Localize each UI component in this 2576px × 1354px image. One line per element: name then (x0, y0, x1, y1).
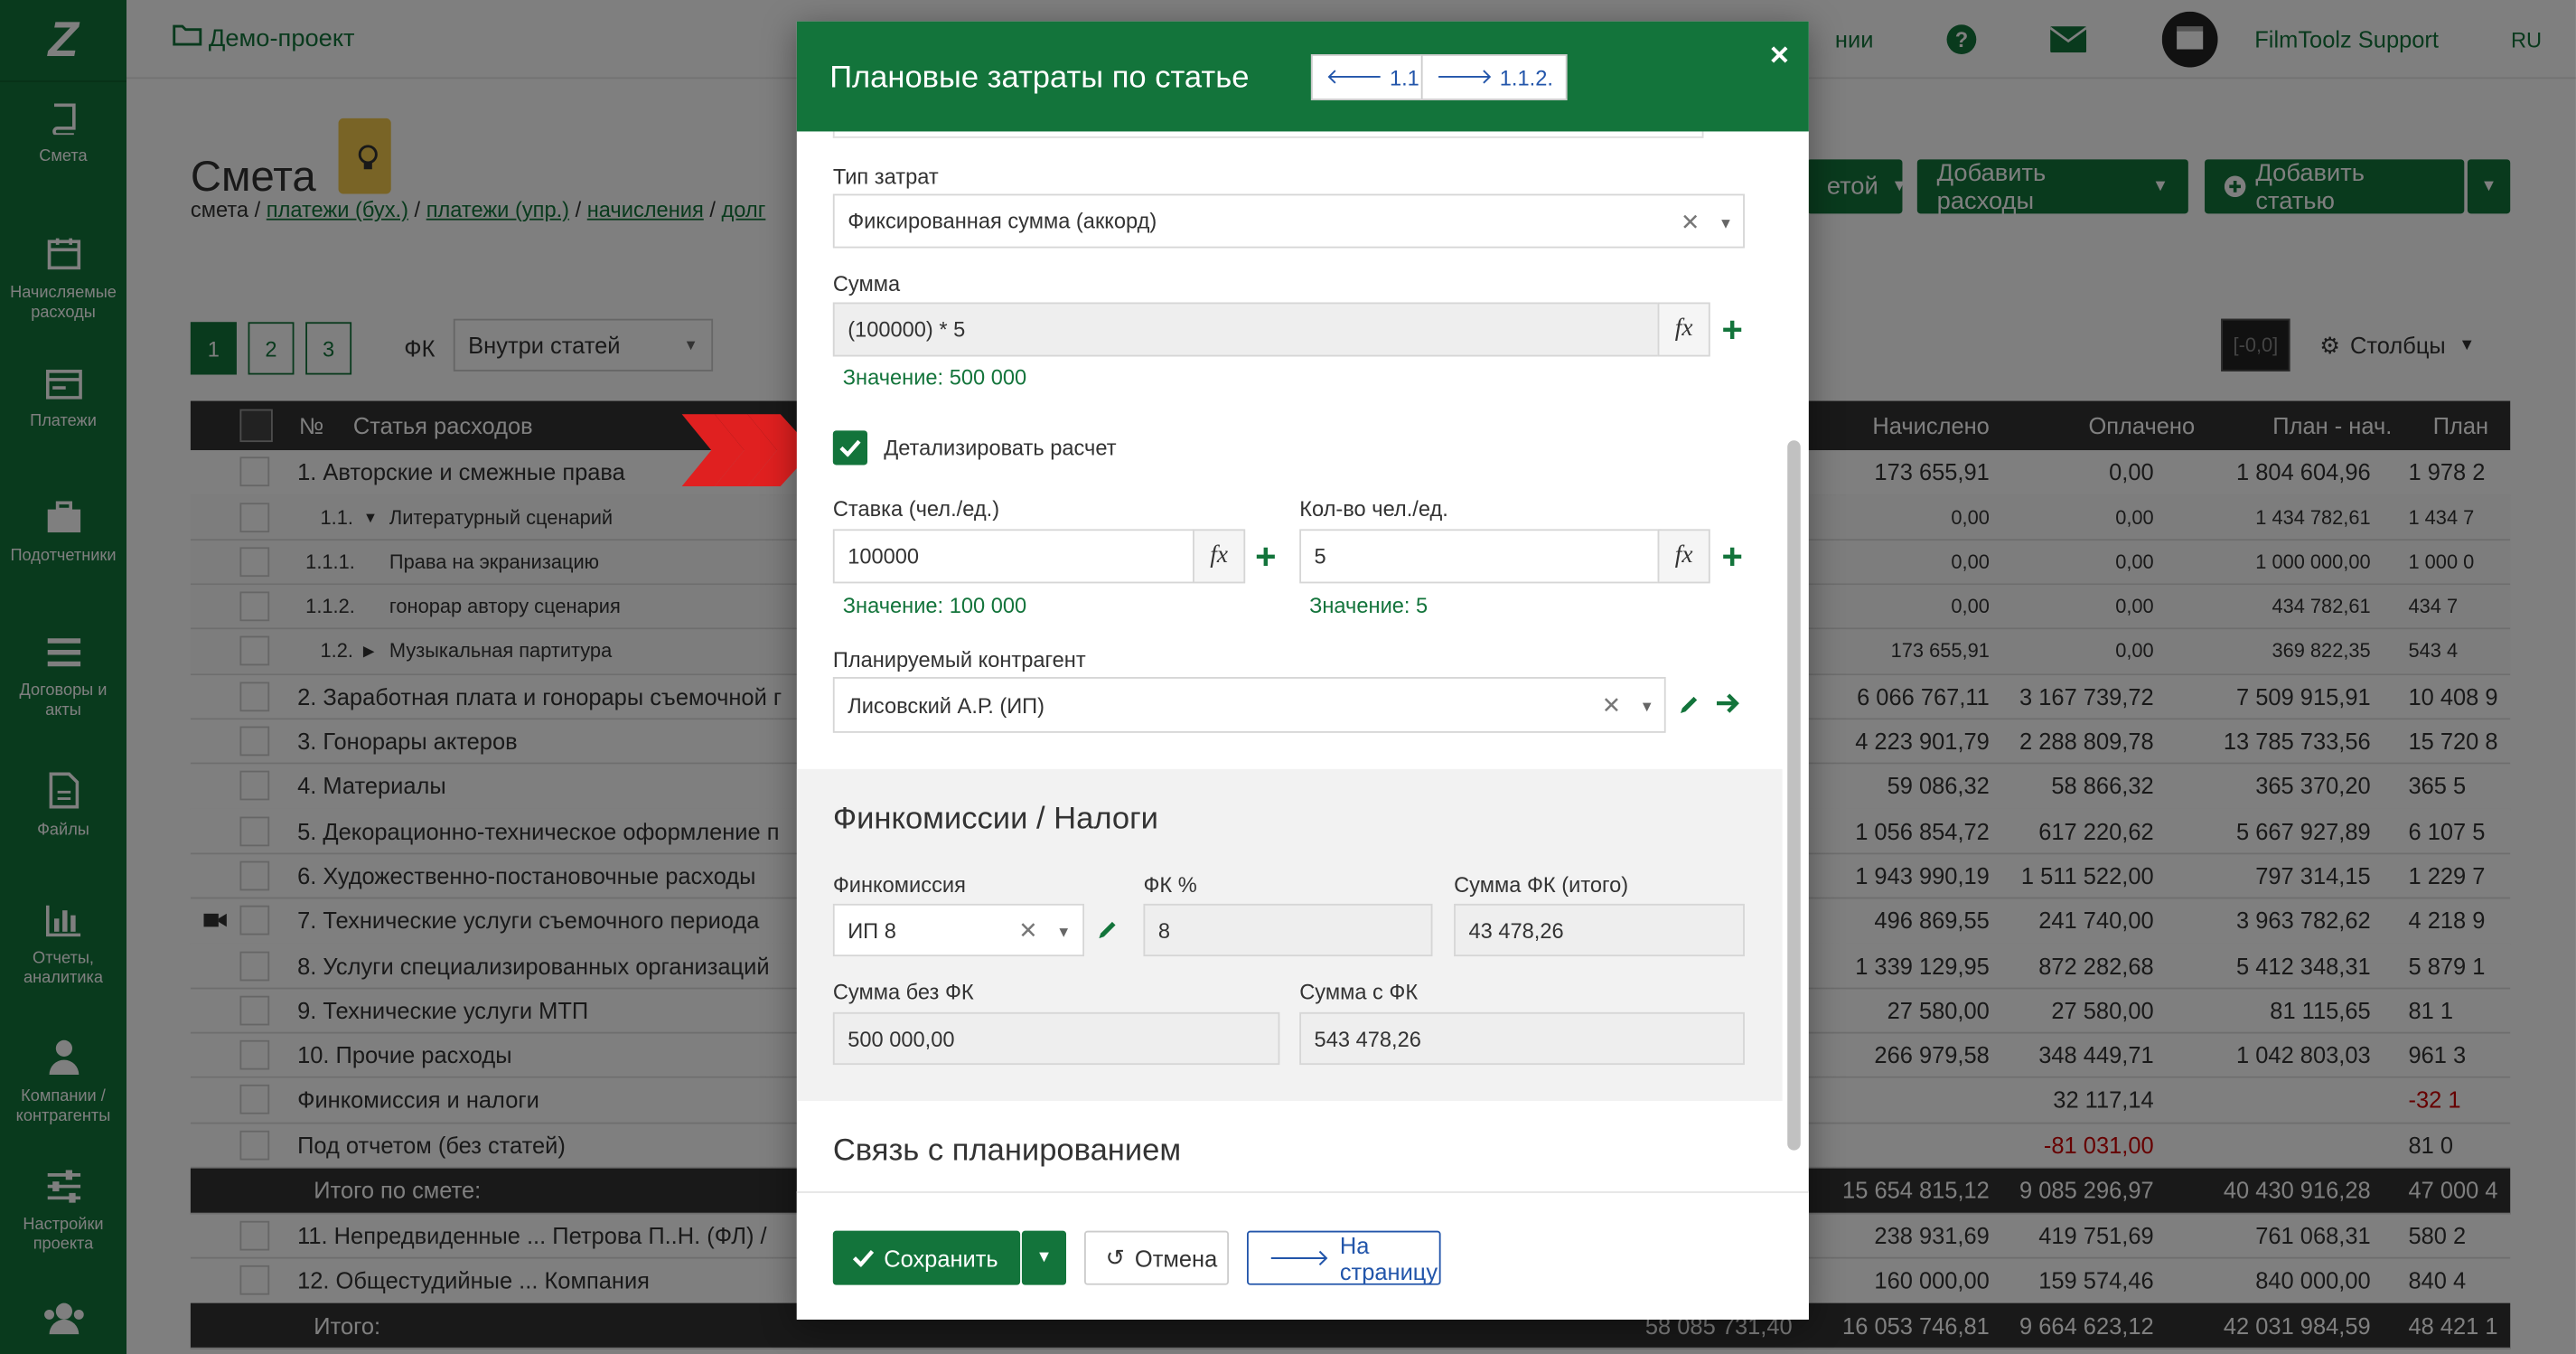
sum-label: Сумма (832, 270, 901, 296)
sum-w-input[interactable]: 543 478,26 (1299, 1011, 1745, 1066)
detail-label[interactable]: Детализировать расчет (884, 436, 1116, 460)
rate-input[interactable]: 100000 (832, 529, 1194, 584)
counterparty-select[interactable]: Лисовский А.Р. (ИП) ✕ ▼ (832, 677, 1666, 733)
qty-result: Значение: 5 (1309, 593, 1429, 618)
modal-footer: Сохранить ▼ ↺ Отмена 🡒 На страницу (796, 1191, 1809, 1320)
plus-icon[interactable]: + (1721, 312, 1742, 348)
fk-pct-input[interactable]: 8 (1143, 903, 1433, 957)
check-icon (852, 1249, 875, 1267)
rate-label: Ставка (чел./ед.) (832, 496, 1000, 522)
clear-icon[interactable]: ✕ (1602, 691, 1621, 719)
clear-icon[interactable]: ✕ (1681, 209, 1700, 237)
sum-wo-label: Сумма без ФК (832, 979, 974, 1004)
fin-section-title: Финкомиссии / Налоги (832, 802, 1159, 837)
modal-body: Тип затрат Фиксированная сумма (аккорд) … (796, 131, 1783, 1191)
rate-result: Значение: 100 000 (842, 593, 1027, 618)
sum-result: Значение: 500 000 (842, 364, 1027, 390)
next-article-button[interactable]: 🡒 1.1.2. (1420, 53, 1569, 100)
to-page-button[interactable]: 🡒 На страницу (1247, 1230, 1441, 1285)
fin-value: ИП 8 (848, 917, 896, 943)
rate-fx-button[interactable]: fx (1193, 529, 1246, 584)
chevron-down-icon: ▼ (1035, 1248, 1053, 1267)
sum-wo-input[interactable]: 500 000,00 (832, 1011, 1280, 1066)
arrow-right-icon[interactable] (1715, 691, 1741, 723)
cancel-label: Отмена (1134, 1245, 1218, 1272)
plan-section-title: Связь с планированием (832, 1133, 1182, 1169)
chevron-right-arrow-icon (681, 414, 814, 494)
pencil-icon[interactable] (1096, 918, 1119, 950)
caret-down-icon: ▼ (1056, 923, 1072, 940)
modal-scrollbar[interactable] (1787, 440, 1801, 1151)
counterparty-value: Лисовский А.Р. (ИП) (848, 692, 1045, 718)
cancel-button[interactable]: ↺ Отмена (1084, 1230, 1230, 1285)
pencil-icon[interactable] (1677, 693, 1700, 725)
app-root: Z СметаНачисляемые расходыПлатежиПодотче… (0, 0, 2576, 1354)
undo-icon: ↺ (1105, 1244, 1125, 1271)
next-article-label: 1.1.2. (1499, 64, 1553, 90)
cost-type-select[interactable]: Фиксированная сумма (аккорд) ✕ ▼ (832, 193, 1745, 249)
arrow-right-icon: 🡒 (1436, 63, 1494, 89)
arrow-left-icon: 🡐 (1325, 63, 1383, 89)
qty-input[interactable]: 5 (1299, 529, 1662, 584)
fk-pct-label: ФК % (1143, 872, 1197, 898)
prev-field-edge (832, 131, 1704, 138)
sum-w-label: Сумма с ФК (1299, 979, 1419, 1004)
fin-section: Финкомиссии / Налоги Финкомиссия ИП 8 ✕ … (796, 768, 1783, 1102)
plus-icon[interactable]: + (1255, 538, 1276, 575)
fin-label: Финкомиссия (832, 872, 966, 898)
qty-label: Кол-во чел./ед. (1299, 496, 1448, 522)
to-page-label: На страницу (1339, 1231, 1438, 1284)
caret-down-icon: ▼ (1718, 215, 1734, 232)
fk-total-input[interactable]: 43 478,26 (1454, 903, 1745, 957)
plus-icon[interactable]: + (1721, 538, 1742, 575)
fk-total-label: Сумма ФК (итого) (1454, 872, 1629, 898)
counterparty-label: Планируемый контрагент (832, 647, 1086, 672)
qty-fx-button[interactable]: fx (1657, 529, 1710, 584)
cost-type-label: Тип затрат (832, 164, 939, 190)
modal-header: Плановые затраты по статье 🡐 1.1. 🡒 1.1.2.… (796, 21, 1809, 132)
sum-input[interactable]: (100000) * 5 (832, 302, 1660, 357)
clear-icon[interactable]: ✕ (1018, 917, 1037, 945)
detail-checkbox[interactable] (832, 430, 868, 465)
save-button[interactable]: Сохранить (832, 1230, 1021, 1285)
caret-down-icon: ▼ (1639, 698, 1654, 715)
modal-title: Плановые затраты по статье (829, 61, 1250, 96)
check-icon (839, 439, 861, 457)
prev-article-label: 1.1. (1389, 64, 1426, 90)
save-label: Сохранить (884, 1245, 998, 1272)
cost-type-value: Фиксированная сумма (аккорд) (848, 208, 1157, 234)
fx-button[interactable]: fx (1657, 302, 1710, 357)
close-icon[interactable]: × (1770, 38, 1789, 76)
cost-modal: Плановые затраты по статье 🡐 1.1. 🡒 1.1.2.… (796, 21, 1809, 1320)
arrow-right-icon: 🡒 (1268, 1244, 1330, 1271)
save-dropdown[interactable]: ▼ (1021, 1230, 1067, 1285)
fin-select[interactable]: ИП 8 ✕ ▼ (832, 903, 1085, 957)
